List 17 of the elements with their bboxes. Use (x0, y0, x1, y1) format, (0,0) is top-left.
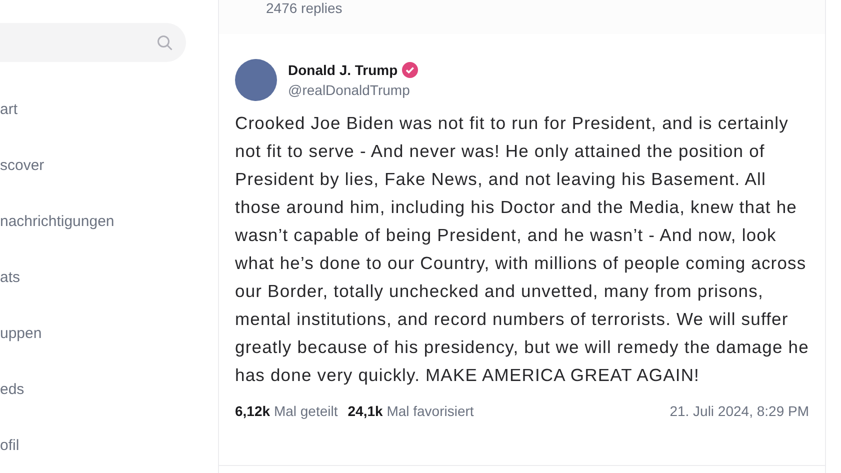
nav-link[interactable]: uppen (0, 324, 218, 344)
search-icon (156, 34, 174, 52)
nav-link[interactable]: nachrichtigungen (0, 212, 218, 232)
nav-link[interactable]: ats (0, 268, 218, 288)
nav-link[interactable]: eds (0, 380, 218, 400)
nav-link[interactable]: art (0, 100, 218, 120)
stat-text: 24,1k Mal favorisiert (348, 402, 474, 421)
post-text: Crooked Joe Biden was not fit to run for President, and is certainly not fit to serve - And never was! He only attained the position of President by lies, Fake News, and not leaving his Basement. All those around him, including his Doctor and the Media, knew that he wasn’t capable of being President, and he wasn’t - And now, look what he’s done to our Country, with millions of people coming across our Border, totally unchecked and unvetted, many from prisons, mental institutions, and record numbers of terrorists. We will suffer greatly because of his presidency, but we will remedy the damage he has done very quickly. MAKE AMERICA GREAT AGAIN! (235, 112, 809, 387)
nav-link[interactable]: ofil (0, 436, 218, 456)
nav-link[interactable]: scover (0, 156, 218, 176)
post-timestamp: 21. Juli 2024, 8:29 PM (670, 402, 809, 421)
stat-text: 6,12k Mal geteilt (235, 402, 338, 421)
author-handle: @realDonaldTrump (288, 81, 411, 100)
reply-count: 2476 replies (266, 0, 342, 16)
search-field[interactable] (0, 23, 186, 62)
avatar-placeholder (235, 59, 277, 101)
author-name: Donald J. Trump (288, 61, 398, 80)
